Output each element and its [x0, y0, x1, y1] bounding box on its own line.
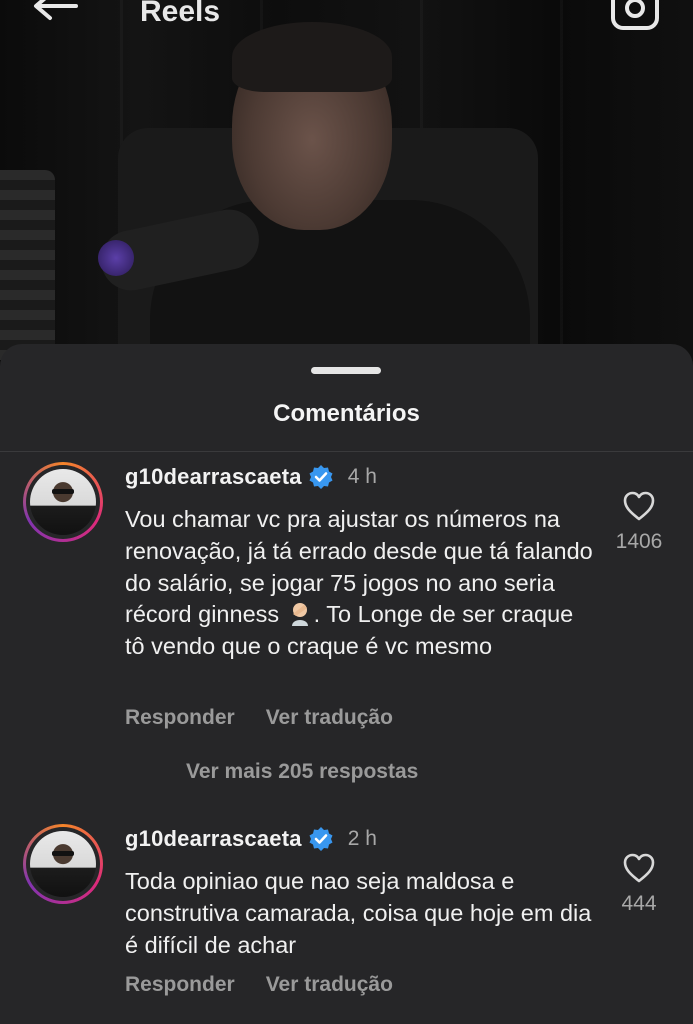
avatar[interactable] — [23, 462, 103, 542]
comment-text: Toda opiniao que nao seja maldosa e cons… — [125, 868, 592, 958]
comments-sheet: Comentários g10dearrascaeta 4 h Vou cham… — [0, 344, 693, 1024]
reply-button[interactable]: Responder — [125, 973, 235, 997]
translate-button[interactable]: Ver tradução — [266, 973, 393, 997]
divider — [0, 451, 693, 452]
heart-icon[interactable] — [622, 852, 656, 884]
back-arrow-icon[interactable] — [30, 0, 80, 30]
view-more-replies-button[interactable]: Ver mais 205 respostas — [186, 760, 418, 784]
sheet-title: Comentários — [273, 400, 420, 427]
person-hair — [232, 22, 392, 92]
avatar[interactable] — [23, 824, 103, 904]
reel-video[interactable]: Reels — [0, 0, 693, 370]
reply-button[interactable]: Responder — [125, 706, 235, 730]
camera-icon[interactable] — [611, 0, 659, 30]
page-title: Reels — [140, 0, 221, 28]
comment-time: 2 h — [347, 827, 377, 850]
comment-username[interactable]: g10dearrascaeta — [125, 826, 302, 852]
background-prop — [0, 170, 55, 360]
comment-username[interactable]: g10dearrascaeta — [125, 464, 302, 490]
facepalm-emoji-icon — [286, 600, 314, 627]
verified-badge-icon — [309, 465, 333, 489]
translate-button[interactable]: Ver tradução — [266, 706, 393, 730]
heart-icon[interactable] — [622, 490, 656, 522]
mic-logo-icon — [98, 240, 134, 276]
verified-badge-icon — [309, 827, 333, 851]
comment-time: 4 h — [347, 465, 377, 488]
comment-text: Vou chamar vc pra ajustar os números na … — [125, 506, 593, 660]
like-count: 1406 — [615, 530, 663, 553]
drag-handle[interactable] — [311, 367, 381, 374]
like-count: 444 — [621, 892, 657, 915]
